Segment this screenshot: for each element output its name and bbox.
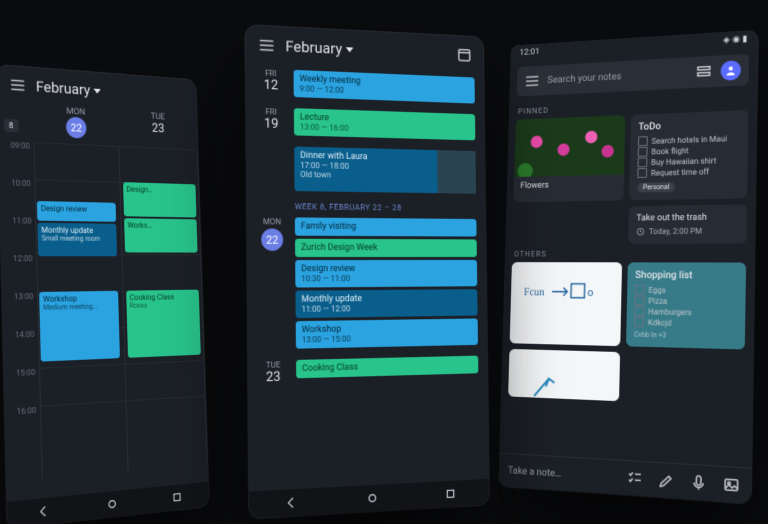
agenda-row: FRI19 Lecture13:00 — 16:00 [246,102,484,147]
agenda-row: Dinner with Laura 17:00 — 18:00 Old town [246,141,485,200]
android-navbar [7,482,209,524]
event[interactable]: Monthly update11:00 — 12:00 [295,289,477,318]
event[interactable]: Dinner with Laura 17:00 — 18:00 Old town [294,147,476,194]
today-badge: 22 [66,116,87,138]
back-icon[interactable] [284,495,298,510]
view-toggle-icon[interactable] [695,63,713,81]
month-label: February [285,37,342,58]
time-column: 09:00 10:00 11:00 12:00 13:00 14:00 15:0… [0,140,41,446]
search-placeholder: Search your notes [547,71,621,85]
today-badge: 22 [261,228,283,251]
menu-icon[interactable] [258,36,276,55]
back-icon[interactable] [36,504,50,520]
shop-item[interactable]: Pizza [635,296,738,307]
flowers-image [514,115,625,177]
recents-icon[interactable] [171,490,183,505]
todo-item[interactable]: Request time off [637,166,739,178]
clock-icon [636,227,645,236]
search-bar[interactable]: Search your notes [517,54,750,97]
calendar-agenda-phone: February FRI12 Weekly meeting9:00 — 12:0… [245,25,489,519]
svg-text:Fcun: Fcun [524,286,545,298]
event[interactable]: Zurich Design Week [295,239,477,257]
event[interactable]: WorkshopMedium meeting… [39,291,120,362]
note-card-trash[interactable]: Take out the trash Today, 2:00 PM [628,204,747,243]
day-headers: MON 22 TUE 23 [0,103,198,145]
note-card-flowers[interactable]: Flowers [514,115,626,202]
day-header[interactable]: TUE 23 [117,110,197,144]
month-label: February [36,78,91,99]
note-title: Shopping list [635,270,738,281]
event[interactable]: Cooking Class [296,356,478,379]
checklist-icon[interactable] [626,469,644,488]
avatar[interactable] [721,60,741,81]
menu-icon[interactable] [9,76,27,95]
section-others: OTHERS [505,243,755,262]
svg-text:o: o [587,286,593,299]
month-dropdown[interactable]: February [285,37,353,58]
status-bar: 12:01 ◈ ◉ ▮ [511,30,758,62]
shop-footer: Cvbb In +3 [634,331,737,341]
shop-item[interactable]: Kdkcjd [634,317,737,329]
appbar: February [0,65,197,115]
shop-item[interactable]: Hamburgers [634,306,737,318]
event[interactable]: Lecture13:00 — 16:00 [294,108,475,140]
note-title: Take out the trash [636,213,707,224]
android-navbar [249,479,489,519]
shop-item[interactable]: Eggs [635,285,738,296]
week-number-badge: 8 [4,119,18,133]
event-thumbnail [437,150,476,194]
note-card-todo[interactable]: ToDo Search hotels in Maui Book flight B… [629,110,748,200]
event[interactable]: Works… [124,218,198,252]
time-grid: 09:00 10:00 11:00 12:00 13:00 14:00 15:0… [0,140,208,483]
todo-item[interactable]: Search hotels in Maui [638,133,740,146]
chevron-down-icon [346,47,354,52]
today-icon[interactable] [456,46,473,64]
event[interactable]: Cooking ClassRosso [126,290,201,358]
day-header[interactable]: MON 22 [33,105,119,141]
todo-item[interactable]: Buy Hawaiian shirt [638,155,740,168]
todo-item[interactable]: Book flight [638,144,740,157]
calendar-week-phone: February MON 22 TUE 23 8 09:00 10:00 11:… [0,65,209,524]
brush-icon[interactable] [657,471,675,490]
event[interactable]: Design review10:30 — 11:00 [295,260,477,288]
event[interactable]: Weekly meeting9:00 — 12:00 [294,70,475,104]
sketch-drawing: Fcun o [517,270,614,329]
reminder-badge: Today, 2:00 PM [636,226,738,236]
recents-icon[interactable] [444,486,457,501]
agenda-row: MON22 Family visiting Zurich Design Week… [247,213,487,357]
chevron-down-icon [94,88,101,93]
note-card-sketch[interactable]: Fcun o [510,262,622,346]
home-icon[interactable] [366,491,380,506]
event[interactable]: Design review [37,201,116,222]
clock: 12:01 [519,47,539,57]
status-icons: ◈ ◉ ▮ [723,34,748,45]
note-title: ToDo [638,118,740,133]
event[interactable]: Monthly updateSmall meeting room [37,223,116,257]
notes-phone: 12:01 ◈ ◉ ▮ Search your notes PINNED Flo… [498,30,757,504]
home-icon[interactable] [106,497,119,512]
note-card-sketch2[interactable] [508,349,620,401]
event[interactable]: Family visiting [295,217,477,236]
compose-placeholder[interactable]: Take a note… [508,465,562,479]
menu-icon[interactable] [524,72,541,89]
sketch-drawing [515,357,612,419]
agenda-row: TUE23 Cooking Class [248,352,488,390]
note-card-shopping[interactable]: Shopping list Eggs Pizza Hamburgers Kdkc… [626,262,746,349]
month-dropdown[interactable]: February [36,78,102,100]
note-caption: Flowers [514,174,624,195]
event[interactable]: Design… [123,182,197,217]
compose-toolbar: Take a note… [498,452,751,503]
image-icon[interactable] [722,475,741,495]
note-tag: Personal [637,182,676,192]
event[interactable]: Workshop13:00 — 15:00 [296,318,478,348]
section-pinned: PINNED [509,91,757,120]
mic-icon[interactable] [689,473,708,493]
